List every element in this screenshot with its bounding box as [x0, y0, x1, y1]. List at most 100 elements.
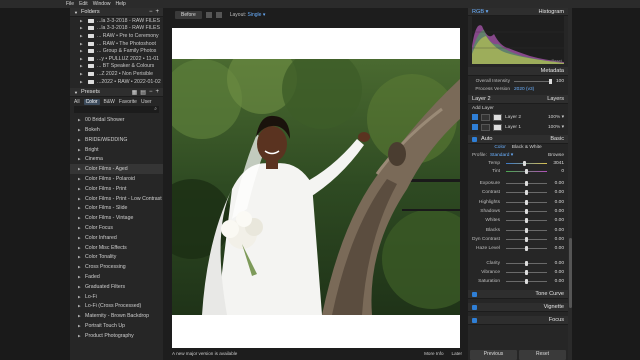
tab-all[interactable]: All [74, 99, 80, 105]
slider-knob[interactable] [525, 236, 528, 242]
preset-category[interactable]: ▶ Maternity - Brown Backdrop [70, 311, 163, 321]
expand-arrow-icon[interactable]: ▶ [78, 265, 85, 269]
expand-arrow-icon[interactable]: ▶ [80, 80, 88, 84]
intensity-slider[interactable] [514, 79, 552, 85]
expand-arrow-icon[interactable]: ▶ [80, 19, 88, 23]
scrollbar-thumb[interactable] [568, 238, 572, 308]
tab-color[interactable]: Color [83, 98, 100, 105]
preset-category[interactable]: ▶ Portrait Touch Up [70, 321, 163, 331]
before-button[interactable]: Before [175, 11, 202, 19]
tint-knob[interactable] [525, 168, 528, 174]
visibility-icon[interactable] [472, 124, 478, 130]
tint-slider[interactable] [506, 168, 547, 174]
slider-track[interactable] [506, 246, 547, 252]
layer-opacity[interactable]: 100% ▾ [548, 125, 564, 130]
expand-arrow-icon[interactable]: ▶ [78, 157, 85, 161]
preset-category[interactable]: ▶ Bokeh [70, 125, 163, 135]
preset-search-input[interactable]: ⌕ [74, 106, 159, 114]
metadata-header[interactable]: Metadata [468, 67, 568, 76]
preset-category[interactable]: ▶ Lo-Fi (Cross Processed) [70, 301, 163, 311]
histogram-reset[interactable]: Reset [552, 58, 562, 63]
temp-knob[interactable] [522, 160, 526, 166]
layout-select[interactable]: Single ▾ [248, 12, 266, 18]
add-folder-icon[interactable]: + [155, 9, 159, 15]
expand-arrow-icon[interactable]: ▶ [78, 148, 85, 152]
folder-item[interactable]: ▶ ...la 3-3-2018 - RAW FILES [70, 17, 163, 25]
expand-arrow-icon[interactable]: ▶ [78, 324, 85, 328]
visibility-icon[interactable] [472, 114, 478, 120]
expand-arrow-icon[interactable]: ▶ [78, 285, 85, 289]
preset-category[interactable]: ▶ Graduated Filters [70, 282, 163, 292]
expand-arrow-icon[interactable]: ▶ [78, 197, 85, 201]
expand-arrow-icon[interactable]: ▶ [80, 72, 88, 76]
compare-icon[interactable] [205, 12, 212, 18]
histogram-mode-select[interactable]: RGB ▾ [472, 9, 488, 15]
expand-arrow-icon[interactable]: ▶ [78, 246, 85, 250]
layer-row[interactable]: Layer 2 100% ▾ [468, 112, 568, 122]
add-preset-icon[interactable]: + [155, 89, 159, 95]
menu-window[interactable]: Window [93, 1, 111, 7]
preset-category[interactable]: ▶ Cross Processing [70, 262, 163, 272]
folder-item[interactable]: ▶ ... RAW • Pre to Ceremony [70, 32, 163, 40]
tab-bw-mode[interactable]: Black & White [512, 145, 542, 150]
presets-header[interactable]: ▼ Presets ▦ ▤ − + [70, 88, 163, 98]
expand-arrow-icon[interactable]: ▶ [78, 226, 85, 230]
expand-arrow-icon[interactable]: ▶ [78, 167, 85, 171]
slider-track[interactable] [506, 269, 547, 275]
slider-track[interactable] [506, 279, 547, 285]
slider-knob[interactable] [525, 209, 528, 215]
remove-preset-icon[interactable]: − [149, 89, 153, 95]
menu-help[interactable]: Help [115, 1, 125, 7]
basic-header[interactable]: Auto Basic [468, 135, 568, 144]
folders-header[interactable]: ▼ Folders − + [70, 8, 163, 17]
temp-slider[interactable] [506, 160, 547, 166]
right-scrollbar[interactable] [568, 8, 572, 360]
preset-category[interactable]: ▶ Color Misc Effects [70, 243, 163, 253]
expand-arrow-icon[interactable]: ▶ [80, 34, 88, 38]
expand-arrow-icon[interactable]: ▶ [80, 42, 88, 46]
layers-header[interactable]: Layer 2 Layers [468, 95, 568, 104]
folder-item[interactable]: ▶ ... Group & Family Photos [70, 47, 163, 55]
add-layer-button[interactable]: Add Layer [472, 106, 494, 111]
expand-arrow-icon[interactable]: ▶ [80, 57, 88, 61]
process-version-select[interactable]: 2020 (v3) [514, 87, 534, 92]
slider-track[interactable] [506, 209, 547, 215]
preset-category[interactable]: ▶ Color Films - Slide [70, 204, 163, 214]
layer-opacity[interactable]: 100% ▾ [548, 115, 564, 120]
preset-category[interactable]: ▶ Cinema [70, 155, 163, 165]
slider-track[interactable] [506, 199, 547, 205]
reset-button[interactable]: Reset [519, 350, 566, 360]
preset-category[interactable]: ▶ Color Infrared [70, 233, 163, 243]
preset-category[interactable]: ▶ Color Films - Print - Low Contrast [70, 194, 163, 204]
expand-arrow-icon[interactable]: ▶ [78, 255, 85, 259]
preset-category[interactable]: ▶ Color Films - Print [70, 184, 163, 194]
tab-user[interactable]: User [141, 99, 152, 105]
expand-arrow-icon[interactable]: ▶ [78, 138, 85, 142]
slider-knob[interactable] [525, 227, 528, 233]
profile-select[interactable]: Standard ▾ [490, 153, 513, 158]
browse-button[interactable]: Browse [548, 153, 564, 158]
basic-enable-icon[interactable] [472, 136, 477, 142]
previous-button[interactable]: Previous [470, 350, 517, 360]
slider-track[interactable] [506, 260, 547, 266]
preset-category[interactable]: ▶ 00 Bridal Shower [70, 115, 163, 125]
histogram-header[interactable]: RGB ▾ Histogram [468, 8, 568, 16]
slider-knob[interactable] [525, 190, 528, 196]
expand-arrow-icon[interactable]: ▶ [78, 206, 85, 210]
expand-arrow-icon[interactable]: ▶ [78, 295, 85, 299]
expand-arrow-icon[interactable]: ▶ [78, 118, 85, 122]
slider-track[interactable] [506, 218, 547, 224]
tab-bw[interactable]: B&W [104, 99, 115, 105]
expand-arrow-icon[interactable]: ▶ [78, 187, 85, 191]
expand-arrow-icon[interactable]: ▶ [78, 128, 85, 132]
slider-knob[interactable] [525, 218, 528, 224]
slider-knob[interactable] [525, 246, 528, 252]
collapsed-panel-header[interactable]: Vignette [468, 303, 568, 313]
expand-arrow-icon[interactable]: ▶ [80, 26, 88, 30]
later-link[interactable]: Later [452, 351, 462, 356]
brush-icon[interactable] [481, 113, 490, 121]
panel-enable-icon[interactable] [472, 291, 477, 297]
expand-arrow-icon[interactable]: ▶ [78, 216, 85, 220]
panel-enable-icon[interactable] [472, 304, 477, 310]
preset-category[interactable]: ▶ Color Films - Vintage [70, 213, 163, 223]
